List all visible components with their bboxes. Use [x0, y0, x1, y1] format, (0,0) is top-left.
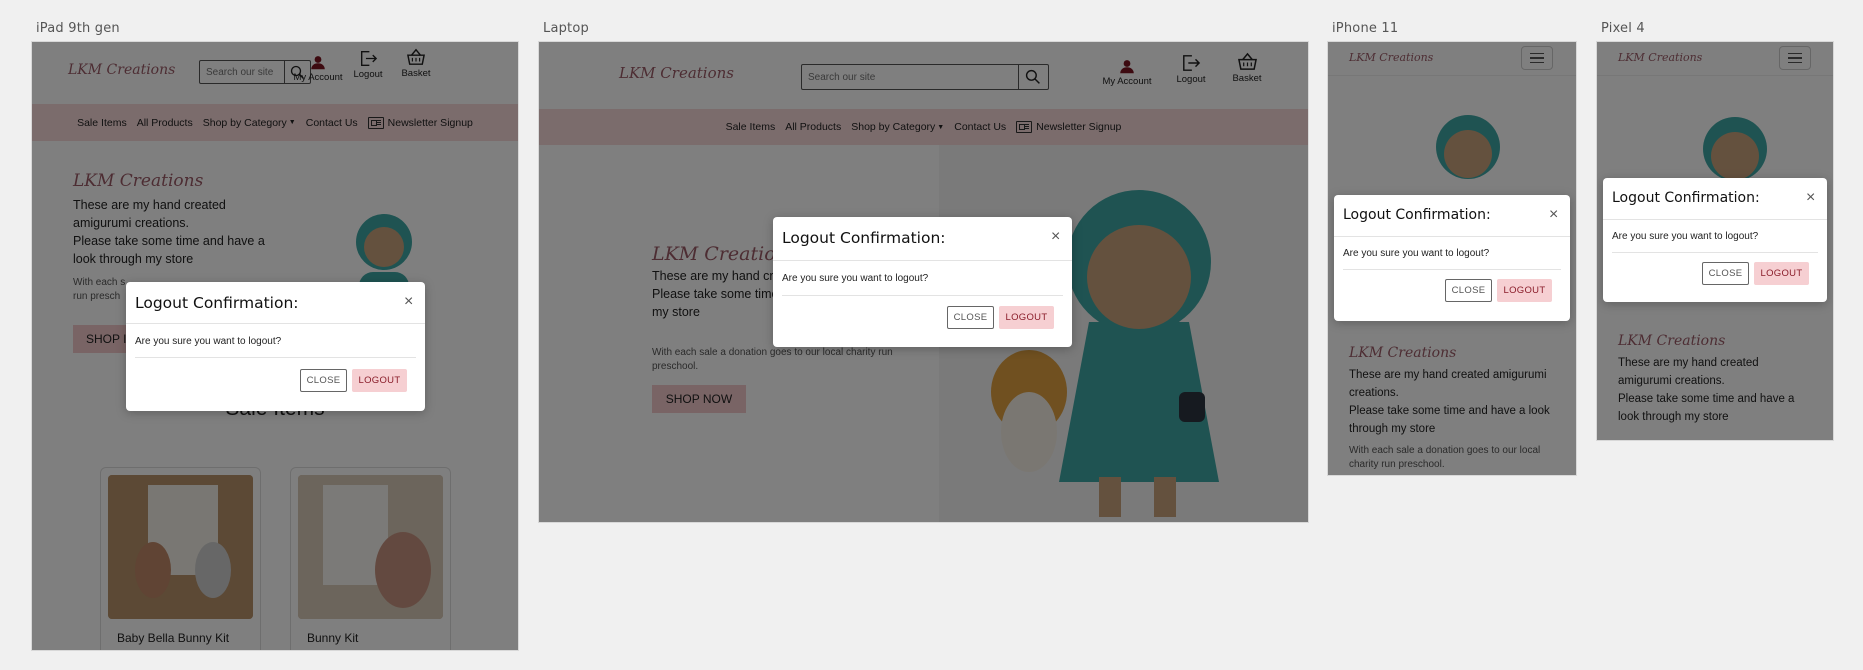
- logout-button[interactable]: LOGOUT: [1754, 262, 1809, 285]
- close-button[interactable]: CLOSE: [300, 369, 347, 392]
- modal-message: Are you sure you want to logout?: [1343, 248, 1490, 259]
- modal-divider: [782, 295, 1063, 296]
- close-button[interactable]: CLOSE: [1702, 262, 1749, 285]
- close-icon[interactable]: ×: [1806, 190, 1815, 206]
- device-label-laptop: Laptop: [543, 21, 589, 36]
- modal-divider: [1612, 252, 1818, 253]
- ipad-frame: LKM Creations My Account Logout Basket S…: [32, 42, 518, 650]
- modal-title: Logout Confirmation:: [135, 294, 299, 312]
- iphone-frame: LKM Creations LKM Creations These are my…: [1328, 42, 1576, 475]
- device-label-pixel: Pixel 4: [1601, 21, 1645, 36]
- close-icon[interactable]: ×: [1051, 229, 1060, 245]
- pixel-frame: LKM Creations LKM Creations These are my…: [1597, 42, 1833, 440]
- logout-modal: Logout Confirmation: × Are you sure you …: [773, 217, 1072, 347]
- device-label-iphone: iPhone 11: [1332, 21, 1399, 36]
- logout-button[interactable]: LOGOUT: [1497, 279, 1552, 302]
- modal-title: Logout Confirmation:: [1343, 207, 1491, 223]
- modal-divider: [135, 357, 416, 358]
- modal-message: Are you sure you want to logout?: [1612, 231, 1759, 242]
- logout-button[interactable]: LOGOUT: [999, 306, 1054, 329]
- modal-divider: [126, 323, 425, 324]
- modal-message: Are you sure you want to logout?: [135, 336, 282, 347]
- modal-title: Logout Confirmation:: [1612, 190, 1760, 206]
- modal-divider: [1603, 219, 1827, 220]
- laptop-frame: LKM Creations My Account Logout Basket S…: [539, 42, 1308, 522]
- modal-message: Are you sure you want to logout?: [782, 273, 929, 284]
- close-button[interactable]: CLOSE: [947, 306, 994, 329]
- modal-title: Logout Confirmation:: [782, 229, 946, 247]
- logout-button[interactable]: LOGOUT: [352, 369, 407, 392]
- close-icon[interactable]: ×: [1549, 207, 1558, 223]
- logout-modal: Logout Confirmation: × Are you sure you …: [1603, 178, 1827, 302]
- modal-divider: [773, 260, 1072, 261]
- modal-divider: [1343, 269, 1561, 270]
- close-button[interactable]: CLOSE: [1445, 279, 1492, 302]
- modal-divider: [1334, 236, 1570, 237]
- device-label-ipad: iPad 9th gen: [36, 21, 120, 36]
- logout-modal: Logout Confirmation: × Are you sure you …: [126, 282, 425, 411]
- logout-modal: Logout Confirmation: × Are you sure you …: [1334, 195, 1570, 321]
- close-icon[interactable]: ×: [404, 294, 413, 310]
